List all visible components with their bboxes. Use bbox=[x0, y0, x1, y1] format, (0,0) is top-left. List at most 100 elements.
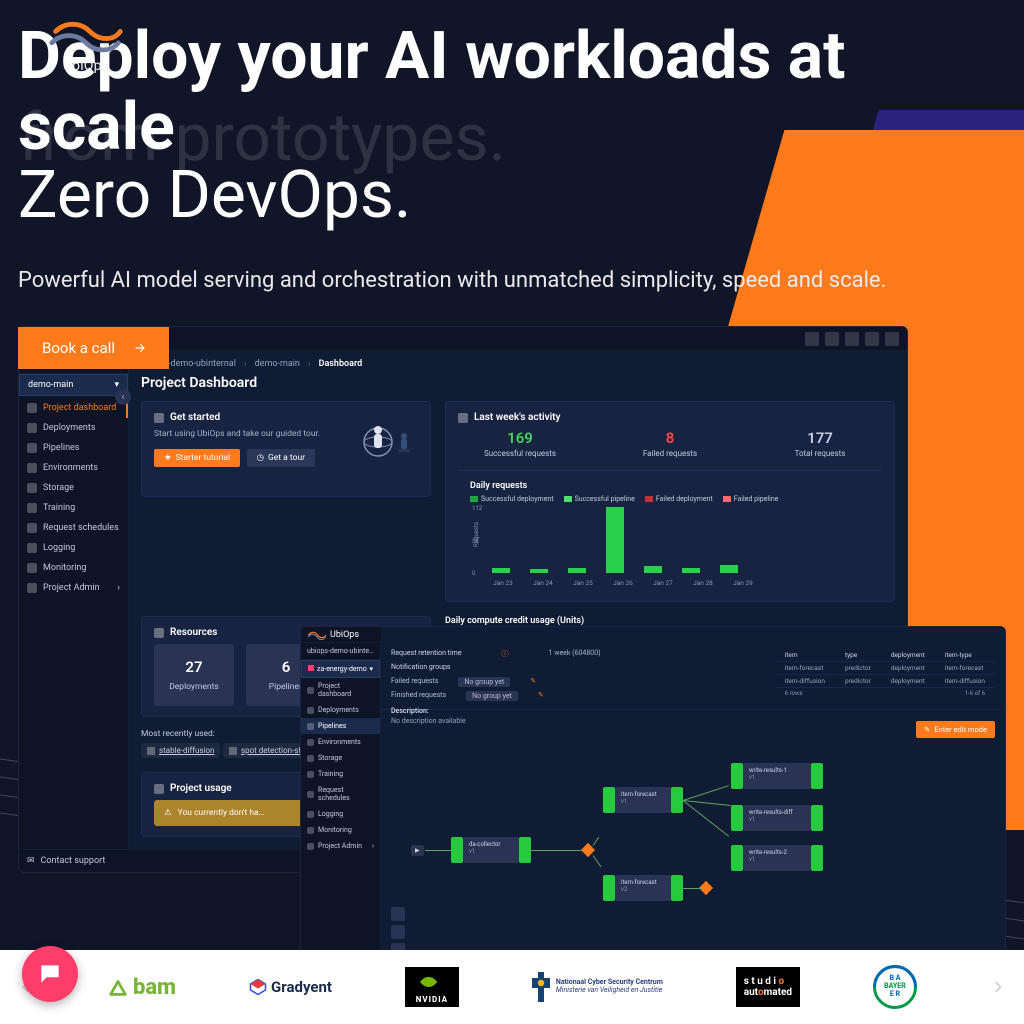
resource-deployments[interactable]: 27Deployments bbox=[154, 644, 234, 706]
starter-tutorial-button[interactable]: ★Starter tutorial bbox=[154, 449, 240, 467]
pencil-icon[interactable]: ✎ bbox=[538, 691, 544, 701]
flag-icon bbox=[154, 413, 164, 423]
cta-label: Book a call bbox=[42, 339, 115, 357]
chat-widget-button[interactable] bbox=[22, 946, 78, 1002]
sidebar-item-request-schedules[interactable]: Request schedules bbox=[19, 518, 128, 538]
sidebar-item-pipelines[interactable]: Pipelines bbox=[301, 718, 380, 734]
table-row[interactable]: item-forecastpredictordeploymentitem-for… bbox=[775, 662, 995, 675]
pipeline-node-output[interactable] bbox=[671, 875, 683, 901]
sidebar-item-project-dashboard[interactable]: Project dashboard bbox=[19, 398, 128, 418]
successful-requests-count: 169 bbox=[458, 429, 582, 447]
pipeline-node[interactable]: write-results-1v1 bbox=[743, 763, 811, 789]
sidebar-item-project-admin[interactable]: Project Admin› bbox=[301, 838, 380, 854]
enter-edit-mode-button[interactable]: ✎Enter edit mode bbox=[916, 721, 995, 738]
sidebar-collapse-button[interactable]: ‹ bbox=[115, 389, 131, 405]
client-logo-nvidia[interactable]: NVIDIA bbox=[405, 967, 459, 1007]
pipeline-node[interactable] bbox=[603, 787, 615, 813]
hero-subtitle: Zero DevOps. bbox=[18, 161, 994, 232]
pipelines-icon bbox=[307, 723, 314, 730]
sidebar-item-pipelines[interactable]: Pipelines bbox=[19, 438, 128, 458]
monitoring-icon bbox=[27, 563, 37, 573]
pipeline-node[interactable]: da-collectorv1 bbox=[463, 837, 519, 863]
pipeline-node[interactable] bbox=[731, 763, 743, 789]
sidebar-item-monitoring[interactable]: Monitoring bbox=[19, 558, 128, 578]
zoom-out-icon[interactable] bbox=[391, 925, 405, 939]
sidebar-item-monitoring[interactable]: Monitoring bbox=[301, 822, 380, 838]
monitoring-icon bbox=[307, 827, 314, 834]
pipeline-node-output[interactable] bbox=[671, 787, 683, 813]
chart-legend: Successful deployment Successful pipelin… bbox=[470, 495, 870, 503]
support-icon: ✉ bbox=[27, 856, 35, 866]
sidebar-item-storage[interactable]: Storage bbox=[301, 750, 380, 766]
daily-requests-chart: Daily requests Successful deployment Suc… bbox=[458, 470, 882, 591]
sidebar-item-logging[interactable]: Logging bbox=[301, 806, 380, 822]
sidebar-item-environments[interactable]: Environments bbox=[301, 734, 380, 750]
mru-chip[interactable]: spot detection-sh bbox=[223, 743, 309, 758]
chart-icon bbox=[154, 784, 164, 794]
pipeline-node[interactable]: write-results-diffv1 bbox=[743, 805, 811, 831]
pipeline-node-output[interactable] bbox=[811, 805, 823, 831]
client-logo-gradyent[interactable]: Gradyent bbox=[249, 967, 332, 1007]
brand-name: UbiOps bbox=[63, 58, 109, 74]
brand-logo[interactable]: UbiOps bbox=[48, 18, 124, 74]
zoom-in-icon[interactable] bbox=[391, 907, 405, 921]
carousel-next-button[interactable] bbox=[990, 979, 1006, 995]
pipeline-node-output[interactable] bbox=[519, 837, 531, 863]
table-row[interactable]: item-diffusionpredictordeploymentitem-di… bbox=[775, 675, 995, 688]
sidebar-item-project-admin[interactable]: Project Admin› bbox=[19, 578, 128, 598]
pipeline-node[interactable] bbox=[451, 837, 463, 863]
home-icon bbox=[27, 403, 37, 413]
client-logo-studio-automated[interactable]: s t u d i oautomated bbox=[736, 967, 800, 1007]
sidebar-item-logging[interactable]: Logging bbox=[19, 538, 128, 558]
pencil-icon[interactable]: ✎ bbox=[530, 677, 536, 687]
pipeline-canvas[interactable]: ▶ da-collectorv1 item-forecastv1 write-r… bbox=[381, 745, 1005, 965]
sidebar-item-deployments[interactable]: Deployments bbox=[301, 702, 380, 718]
pipelines-icon bbox=[27, 443, 37, 453]
page-title: Project Dashboard bbox=[141, 375, 895, 391]
book-a-call-button[interactable]: Book a call bbox=[18, 327, 169, 369]
play-icon: ★ bbox=[164, 453, 172, 463]
sidebar: ubiops-demo-ubinte… demo-main▾ Project d… bbox=[19, 351, 129, 849]
sidebar-item-training[interactable]: Training bbox=[301, 766, 380, 782]
last-week-activity-card: Last week's activity 169Successful reque… bbox=[445, 401, 895, 602]
sidebar-item-request-schedules[interactable]: Request schedules bbox=[301, 782, 380, 806]
pipeline-node-output[interactable] bbox=[811, 845, 823, 871]
pipeline-node-output[interactable] bbox=[811, 763, 823, 789]
y-axis-ticks: 112 58 0 bbox=[472, 505, 482, 577]
client-logos-carousel: bam Gradyent NVIDIA Nationaal Cyber Secu… bbox=[0, 950, 1024, 1024]
chevron-right-icon: › bbox=[117, 583, 120, 593]
storage-icon bbox=[307, 755, 314, 762]
pipeline-node[interactable]: item-forecastv2 bbox=[615, 875, 671, 901]
failed-requests-count: 8 bbox=[608, 429, 732, 447]
resources-icon bbox=[154, 628, 164, 638]
pipeline-node[interactable]: item-forecastv1 bbox=[615, 787, 671, 813]
total-requests-count: 177 bbox=[758, 429, 882, 447]
org-selector[interactable]: ubiops-demo-ubinte… bbox=[301, 643, 380, 660]
contact-support-link[interactable]: Contact support bbox=[41, 856, 106, 866]
info-icon[interactable]: ⓘ bbox=[502, 649, 509, 659]
chevron-down-icon: ▾ bbox=[369, 665, 373, 673]
pipeline-node[interactable] bbox=[731, 805, 743, 831]
mru-chip[interactable]: stable-diffusion bbox=[141, 743, 220, 758]
client-logo-ncsc[interactable]: Nationaal Cyber Security Centrum Ministe… bbox=[532, 967, 663, 1007]
sidebar-item-environments[interactable]: Environments bbox=[19, 458, 128, 478]
sidebar-item-project-dashboard[interactable]: Project dashboard bbox=[301, 678, 380, 702]
pipeline-node[interactable] bbox=[731, 845, 743, 871]
project-selector[interactable]: za-energy-demo▾ bbox=[301, 660, 380, 678]
app-logo[interactable]: UbiOps bbox=[307, 630, 359, 640]
get-a-tour-button[interactable]: ◷Get a tour bbox=[247, 449, 315, 467]
logging-icon bbox=[27, 543, 37, 553]
sidebar-item-storage[interactable]: Storage bbox=[19, 478, 128, 498]
sidebar-item-deployments[interactable]: Deployments bbox=[19, 418, 128, 438]
pipeline-node[interactable]: write-results-2v1 bbox=[743, 845, 811, 871]
chat-icon bbox=[37, 961, 63, 987]
sidebar-item-training[interactable]: Training bbox=[19, 498, 128, 518]
admin-icon bbox=[27, 583, 37, 593]
pipeline-start-node[interactable]: ▶ bbox=[411, 845, 424, 856]
arrow-right-icon bbox=[133, 341, 147, 355]
client-logo-bam[interactable]: bam bbox=[107, 967, 176, 1007]
pipeline-node[interactable] bbox=[603, 875, 615, 901]
deployments-icon bbox=[307, 707, 314, 714]
client-logo-bayer[interactable]: B ABAYERE R bbox=[873, 965, 917, 1009]
project-selector[interactable]: demo-main▾ bbox=[19, 374, 128, 396]
